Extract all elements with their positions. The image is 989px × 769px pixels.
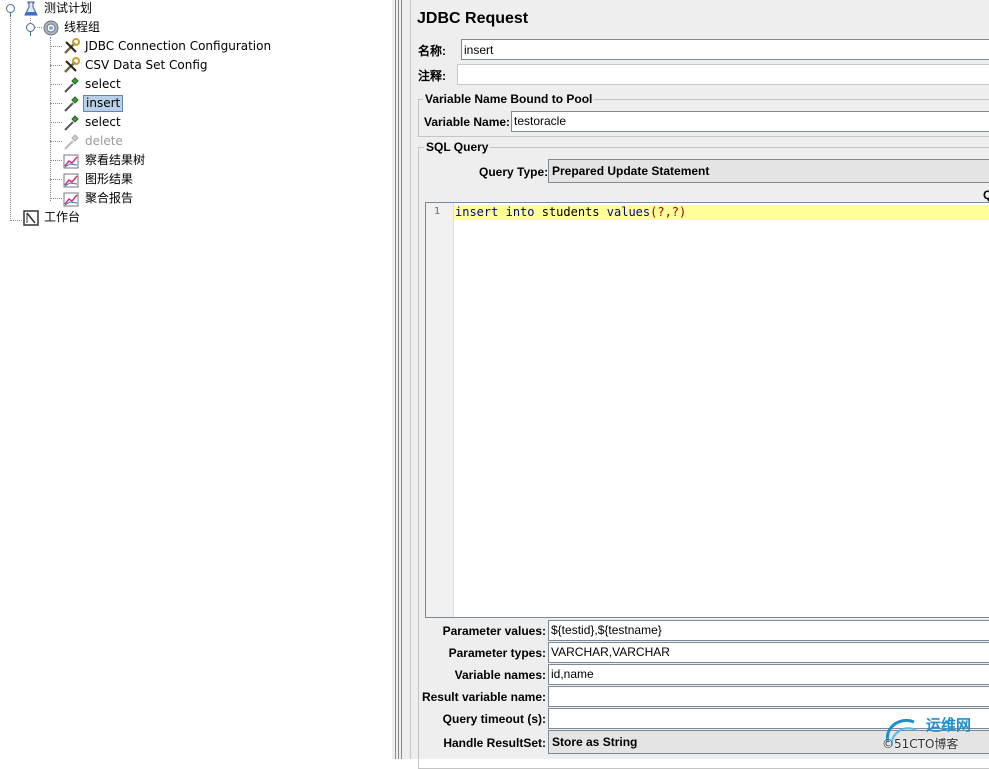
tree-connector bbox=[50, 103, 62, 104]
tree-node-test-plan[interactable]: 测试计划 bbox=[22, 0, 94, 18]
test-plan-tree: 测试计划 线程组 JDBC Connection Configuration C… bbox=[0, 0, 392, 759]
tree-item-select[interactable]: select bbox=[62, 113, 123, 132]
pipette-icon bbox=[64, 115, 79, 131]
tree-item-label: CSV Data Set Config bbox=[85, 58, 208, 72]
query-timeout-label: Query timeout (s): bbox=[442, 712, 546, 726]
result-variable-name-label: Result variable name: bbox=[421, 690, 546, 704]
query-overflow-label: Q bbox=[983, 188, 989, 202]
tree-item-graph-results[interactable]: 图形结果 bbox=[62, 170, 135, 189]
sql-code-line: insert into students values(?,?) bbox=[455, 205, 686, 220]
variable-name-label: Variable Name: bbox=[424, 115, 511, 129]
parameter-types-label: Parameter types: bbox=[448, 646, 546, 660]
tree-node-label: 工作台 bbox=[44, 210, 81, 224]
collapse-handle-icon[interactable] bbox=[26, 23, 35, 36]
collapse-handle-icon[interactable] bbox=[6, 4, 15, 17]
tree-item-view-results-tree[interactable]: 察看结果树 bbox=[62, 151, 147, 170]
tree-connector bbox=[50, 198, 62, 199]
graph-icon bbox=[63, 173, 79, 188]
tree-connector bbox=[50, 160, 62, 161]
comment-field[interactable] bbox=[457, 64, 989, 85]
wrench-icon bbox=[64, 38, 80, 54]
watermark-brand: 运维网 bbox=[926, 716, 972, 734]
wrench-icon bbox=[64, 57, 80, 73]
tree-item-delete-disabled[interactable]: delete bbox=[62, 132, 125, 151]
sql-keyword: into bbox=[505, 205, 535, 219]
tree-connector bbox=[50, 122, 62, 123]
watermark-logo: 运维网 ©51CTO博客 bbox=[876, 712, 989, 759]
divider-grip bbox=[398, 0, 399, 759]
tree-item-csv-data-set-config[interactable]: CSV Data Set Config bbox=[62, 56, 210, 75]
sql-args: (?,?) bbox=[650, 205, 687, 219]
tree-connector bbox=[50, 141, 62, 142]
tree-item-select[interactable]: select bbox=[62, 75, 123, 94]
watermark-sub: ©51CTO博客 bbox=[882, 737, 959, 751]
variable-names-label: Variable names: bbox=[454, 668, 546, 682]
sql-group-title: SQL Query bbox=[424, 140, 491, 154]
tree-node-thread-group[interactable]: 线程组 bbox=[42, 18, 102, 37]
tree-connector bbox=[50, 46, 62, 47]
line-number-gutter: 1 bbox=[426, 203, 454, 617]
tree-connector bbox=[10, 15, 11, 221]
query-type-select[interactable]: Prepared Update Statement bbox=[548, 159, 989, 183]
parameter-values-label: Parameter values: bbox=[442, 624, 546, 638]
line-number: 1 bbox=[433, 206, 440, 217]
pipette-icon bbox=[64, 96, 79, 112]
tree-item-label: select bbox=[85, 77, 121, 91]
panel-title: JDBC Request bbox=[417, 10, 529, 27]
sql-keyword: values bbox=[606, 205, 651, 219]
name-field[interactable]: insert bbox=[461, 39, 989, 60]
query-type-label: Query Type: bbox=[479, 165, 549, 179]
tree-node-label: 线程组 bbox=[64, 20, 101, 34]
tree-item-jdbc-connection-config[interactable]: JDBC Connection Configuration bbox=[62, 37, 273, 56]
tree-item-label: JDBC Connection Configuration bbox=[85, 39, 272, 53]
tree-item-label: insert bbox=[83, 95, 124, 112]
parameter-types-field[interactable]: VARCHAR,VARCHAR bbox=[548, 642, 989, 663]
pipette-icon bbox=[64, 134, 79, 150]
comment-label: 注释: bbox=[418, 69, 446, 83]
parameter-values-field[interactable]: ${testid},${testname} bbox=[548, 620, 989, 641]
flask-icon bbox=[24, 1, 38, 16]
tree-node-workbench[interactable]: 工作台 bbox=[22, 208, 82, 227]
variable-name-field[interactable]: testoracle bbox=[511, 111, 989, 132]
sql-keyword: insert bbox=[455, 205, 499, 219]
graph-icon bbox=[63, 154, 79, 169]
tree-connector bbox=[50, 65, 62, 66]
result-variable-name-field[interactable] bbox=[548, 686, 989, 707]
tree-connector bbox=[50, 84, 62, 85]
handle-resultset-label: Handle ResultSet: bbox=[443, 736, 546, 750]
tree-connector bbox=[50, 179, 62, 180]
pipette-icon bbox=[64, 77, 79, 93]
tree-item-label: 聚合报告 bbox=[85, 191, 134, 205]
gear-icon bbox=[43, 20, 59, 36]
tree-item-label: 察看结果树 bbox=[85, 153, 146, 167]
graph-icon bbox=[63, 192, 79, 207]
split-pane-divider[interactable] bbox=[392, 0, 410, 759]
tree-node-label: 测试计划 bbox=[44, 1, 93, 15]
divider-grip bbox=[401, 0, 402, 759]
sql-table-name: students bbox=[541, 205, 600, 219]
tree-item-label: 图形结果 bbox=[85, 172, 134, 186]
tree-item-aggregate-report[interactable]: 聚合报告 bbox=[62, 189, 135, 208]
pool-group-title: Variable Name Bound to Pool bbox=[423, 92, 595, 106]
tree-connector bbox=[10, 220, 22, 221]
tree-item-insert-selected[interactable]: insert bbox=[62, 94, 124, 113]
divider-grip bbox=[395, 0, 396, 759]
tree-item-label: select bbox=[85, 115, 121, 129]
name-label: 名称: bbox=[418, 44, 446, 58]
tree-connector bbox=[50, 37, 51, 201]
variable-names-field[interactable]: id,name bbox=[548, 664, 989, 685]
workbench-icon bbox=[23, 210, 39, 226]
tree-item-label: delete bbox=[85, 134, 123, 148]
jdbc-request-panel: JDBC Request 名称: insert 注释: Variable Nam… bbox=[410, 0, 989, 769]
sql-code-editor[interactable]: 1 insert into students values(?,?) bbox=[425, 202, 989, 618]
